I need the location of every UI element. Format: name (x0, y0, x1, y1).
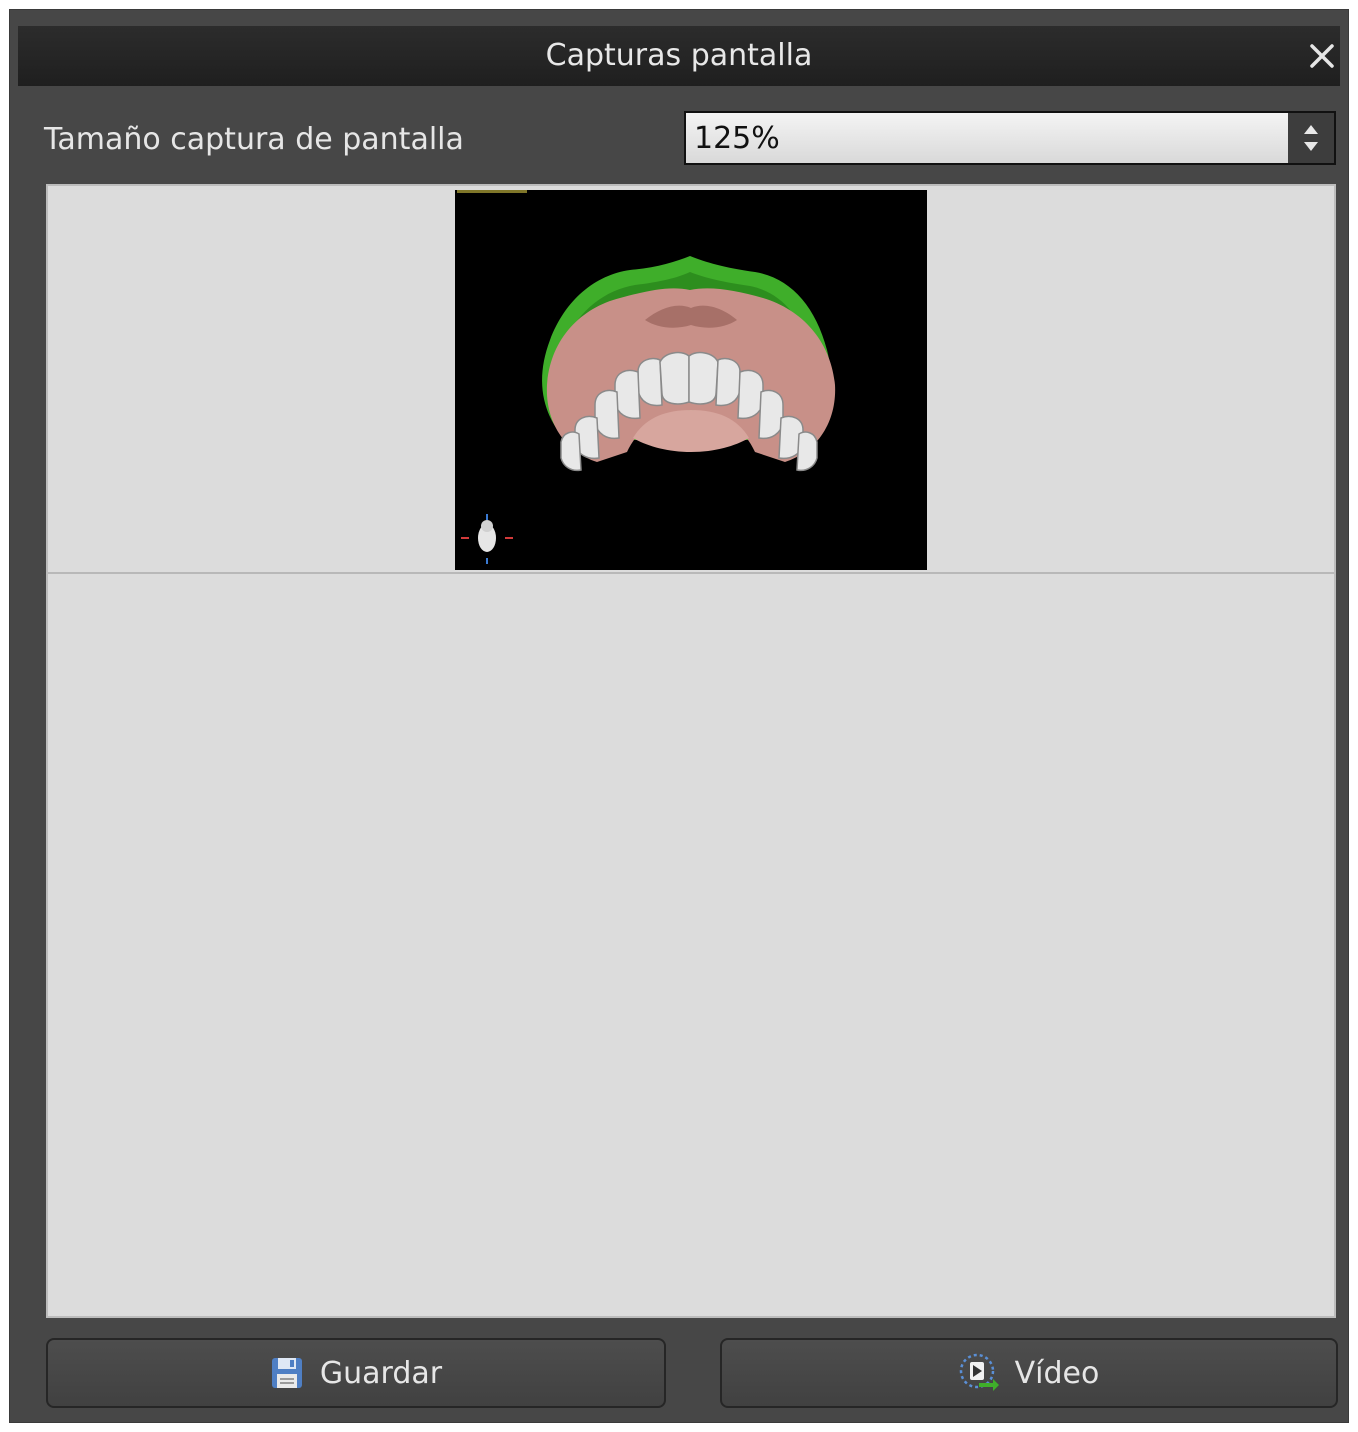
screenshot-size-spinbox[interactable]: 125% (684, 111, 1336, 165)
screenshot-list-item[interactable] (48, 186, 1334, 574)
dialog-title: Capturas pantalla (545, 38, 813, 73)
video-button[interactable]: Vídeo (720, 1338, 1338, 1408)
title-bar[interactable]: Capturas pantalla (18, 26, 1340, 86)
floppy-disk-icon (271, 1358, 302, 1388)
screenshot-size-value[interactable]: 125% (694, 113, 780, 163)
screenshots-dialog: Capturas pantalla Tamaño captura de pant… (10, 10, 1348, 1422)
video-label: Vídeo (1014, 1355, 1100, 1391)
spin-arrows[interactable] (1288, 113, 1334, 163)
close-icon (1310, 44, 1334, 68)
close-button[interactable] (1304, 26, 1340, 86)
screenshot-thumbnail[interactable] (455, 190, 927, 570)
screenshot-preview-panel (46, 184, 1336, 1318)
screenshot-size-label: Tamaño captura de pantalla (44, 122, 464, 157)
spin-up-down-icon (1304, 125, 1318, 151)
dental-model-image (455, 190, 927, 570)
save-label: Guardar (319, 1355, 443, 1391)
video-record-icon (959, 1353, 999, 1391)
save-button[interactable]: Guardar (46, 1338, 666, 1408)
